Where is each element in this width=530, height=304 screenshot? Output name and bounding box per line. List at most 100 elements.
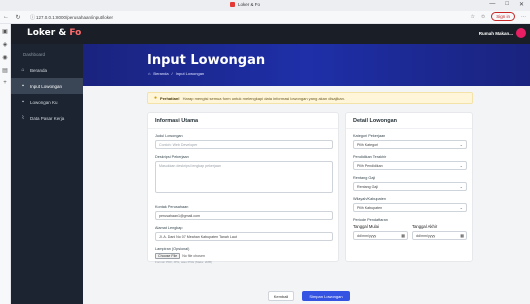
field-label: Rentang Gaji xyxy=(353,176,376,180)
minimize-icon[interactable]: — xyxy=(489,1,495,8)
favicon-icon xyxy=(230,2,235,7)
select-value: Rentang Gaji xyxy=(357,185,378,189)
sidebar-item-label: Beranda xyxy=(30,67,48,73)
window-controls: — □ ✕ xyxy=(489,1,524,8)
pendidikan-field: Pendidikan Terakhir Pilih Pendidikan ⌄ xyxy=(353,155,467,170)
chevron-down-icon: ⌄ xyxy=(459,163,463,168)
page-banner: Input Lowongan ⌂ Beranda / Input Lowonga… xyxy=(83,44,530,86)
chevron-down-icon: ⌄ xyxy=(459,205,463,210)
judul-field: Judul Lowongan Contoh: Web Developer xyxy=(155,134,333,149)
card-title: Detail Lowongan xyxy=(346,113,472,129)
warning-text: Harap mengisi semua form untuk melengkap… xyxy=(182,95,345,101)
avatar[interactable] xyxy=(516,28,526,38)
gaji-field: Rentang Gaji Rentang Gaji ⌄ xyxy=(353,176,467,191)
calendar-icon[interactable]: ▦ xyxy=(460,233,464,238)
warning-icon: ● xyxy=(154,95,158,101)
lampiran-field: Lampiran (Opsional) Choose File No file … xyxy=(155,247,333,264)
field-label: Kategori Pekerjaan xyxy=(353,134,386,138)
tanggal-akhir-field: Tanggal Akhir dd/mm/yyyy ▦ xyxy=(412,224,467,240)
choose-file-button[interactable]: Choose File xyxy=(155,253,181,259)
extensions-icon[interactable]: ☆ xyxy=(471,14,475,20)
breadcrumb-current: Input Lowongan xyxy=(175,71,205,76)
field-label: Tanggal Mulai xyxy=(353,224,379,229)
breadcrumb-separator: / xyxy=(171,71,173,76)
chart-icon: ⌇ xyxy=(21,115,25,121)
favorites-icon[interactable]: ✩ xyxy=(481,14,485,20)
briefcase-icon: ▪ xyxy=(22,83,24,89)
alamat-input[interactable]: Jl. A. Dani No 07 Meahan Kabupaten Tanah… xyxy=(155,232,333,241)
reload-icon[interactable]: ↻ xyxy=(12,14,24,21)
file-status: No file chosen xyxy=(182,254,205,258)
brand-prefix: Loker & xyxy=(27,28,70,38)
browser-titlebar: Loker & Fo — □ ✕ xyxy=(0,0,530,11)
select-value: Pilih Kategori xyxy=(357,143,379,147)
pendidikan-select[interactable]: Pilih Pendidikan ⌄ xyxy=(353,161,467,170)
browser-sidebar: ▣ ◈ ◉ ▤ + xyxy=(0,24,11,304)
kategori-field: Kategori Pekerjaan Pilih Kategori ⌄ xyxy=(353,134,467,149)
sidebar-item-lowongan-ku[interactable]: ▪ Lowongan Ku xyxy=(11,94,83,110)
user-name: Rumah Makan... xyxy=(478,30,513,36)
page-title: Input Lowongan xyxy=(147,53,266,68)
close-icon[interactable]: ✕ xyxy=(519,1,524,8)
user-menu[interactable]: Rumah Makan... xyxy=(479,28,526,38)
field-label: Alamat Lengkap xyxy=(155,226,183,230)
breadcrumb-home-icon: ⌂ xyxy=(148,71,151,76)
judul-input[interactable]: Contoh: Web Developer xyxy=(155,140,333,149)
copilot-icon[interactable]: ◉ xyxy=(2,54,7,61)
warning-title: Perhatian! xyxy=(160,95,180,101)
sidebar-item-label: Input Lowongan xyxy=(30,83,63,89)
gaji-select[interactable]: Rentang Gaji ⌄ xyxy=(353,182,467,191)
more-icon[interactable]: ⋯ xyxy=(521,14,526,20)
add-icon[interactable]: + xyxy=(3,80,7,86)
outlook-icon[interactable]: ▤ xyxy=(2,67,8,74)
sidebar-item-data-pasar-kerja[interactable]: ⌇ Data Pasar Kerja xyxy=(11,110,83,126)
sidebar-item-beranda[interactable]: ⌂ Beranda xyxy=(11,62,83,78)
tab-title: Loker & Fo xyxy=(238,2,261,7)
back-icon[interactable]: ← xyxy=(0,14,12,20)
field-label: Periode Pendaftaran xyxy=(353,218,388,222)
shopping-icon[interactable]: ◈ xyxy=(3,41,8,48)
select-value: Pilih Pendidikan xyxy=(357,164,383,168)
field-label: Judul Lowongan xyxy=(155,134,183,138)
sidebar-item-label: Lowongan Ku xyxy=(30,99,58,105)
kontak-input[interactable]: perusahaan1@gmail.com xyxy=(155,211,333,220)
calendar-icon[interactable]: ▦ xyxy=(401,233,405,238)
tanggal-mulai-field: Tanggal Mulai dd/mm/yyyy ▦ xyxy=(353,224,408,240)
breadcrumb-beranda[interactable]: Beranda xyxy=(153,71,168,76)
wilayah-field: Wilayah/Kabupaten Pilih Kabupaten ⌄ xyxy=(353,197,467,212)
chevron-down-icon: ⌄ xyxy=(459,184,463,189)
browser-tab[interactable]: Loker & Fo xyxy=(230,2,260,7)
field-label: Wilayah/Kabupaten xyxy=(353,197,386,201)
deskripsi-textarea[interactable]: Masukkan deskripsi lengkap pekerjaan xyxy=(155,161,333,193)
browser-navbar: ← ↻ ⓘ 127.0.0.1:8000/perusahaan/input/lo… xyxy=(0,11,530,24)
breadcrumb: ⌂ Beranda / Input Lowongan xyxy=(148,71,204,76)
date-placeholder: dd/mm/yyyy xyxy=(416,234,436,238)
browser-actions: ☆ ✩ Sign in ⋯ xyxy=(471,12,526,21)
field-label: Lampiran (Opsional) xyxy=(155,247,190,251)
informasi-utama-card: Informasi Utama Judul Lowongan Contoh: W… xyxy=(147,112,339,264)
sidebar-item-input-lowongan[interactable]: ▪ Input Lowongan xyxy=(11,78,83,94)
brand-logo[interactable]: Loker & Fo xyxy=(27,28,81,38)
save-button[interactable]: Simpan Lowongan xyxy=(302,291,350,301)
tabs-icon[interactable]: ▣ xyxy=(2,28,8,35)
deskripsi-field: Deskripsi Pekerjaan Masukkan deskripsi l… xyxy=(155,155,333,193)
tanggal-mulai-input[interactable]: dd/mm/yyyy ▦ xyxy=(353,231,408,240)
select-value: Pilih Kabupaten xyxy=(357,206,383,210)
chevron-down-icon: ⌄ xyxy=(459,142,463,147)
maximize-icon[interactable]: □ xyxy=(505,1,509,8)
file-input: Choose File No file chosen xyxy=(155,253,333,259)
field-label: Kontak Perusahaan xyxy=(155,205,189,209)
sidebar-item-label: Dashboard xyxy=(23,51,46,57)
tanggal-akhir-input[interactable]: dd/mm/yyyy ▦ xyxy=(412,231,467,240)
url-text[interactable]: 127.0.0.1:8000/perusahaan/input/loker xyxy=(36,15,113,20)
field-label: Tanggal Akhir xyxy=(412,224,438,229)
wilayah-select[interactable]: Pilih Kabupaten ⌄ xyxy=(353,203,467,212)
address-bar[interactable]: ⓘ 127.0.0.1:8000/perusahaan/input/loker xyxy=(30,13,400,22)
briefcase-icon: ▪ xyxy=(22,99,24,105)
kategori-select[interactable]: Pilih Kategori ⌄ xyxy=(353,140,467,149)
home-icon: ⌂ xyxy=(21,67,25,73)
cancel-button[interactable]: Kembali xyxy=(268,291,294,301)
kontak-field: Kontak Perusahaan perusahaan1@gmail.com xyxy=(155,205,333,220)
field-label: Pendidikan Terakhir xyxy=(353,155,387,159)
signin-button[interactable]: Sign in xyxy=(491,12,515,21)
